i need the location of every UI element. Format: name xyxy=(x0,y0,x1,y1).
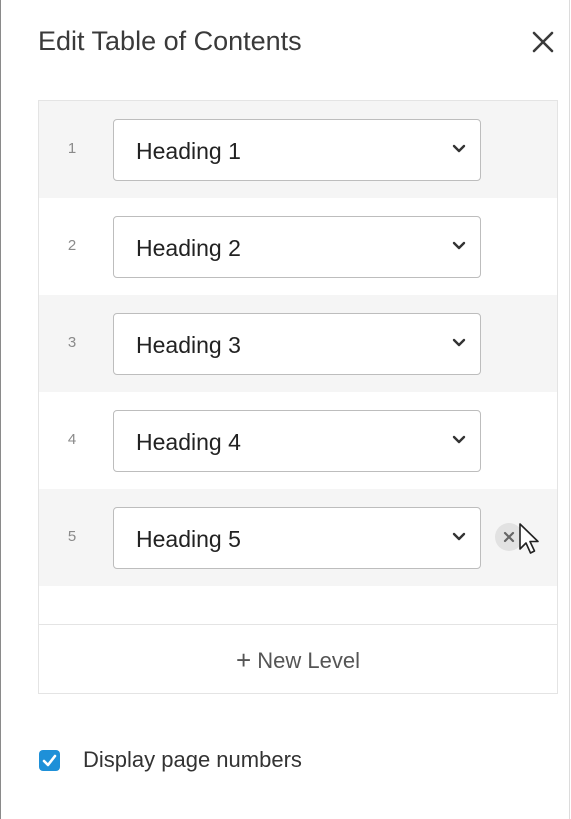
mouse-pointer-icon xyxy=(519,523,539,554)
level-row-3: 3 Heading 3 xyxy=(39,295,557,392)
level-row-2: 2 Heading 2 xyxy=(39,198,557,295)
level-number: 4 xyxy=(67,431,77,448)
close-icon xyxy=(532,31,554,53)
chevron-down-icon xyxy=(452,338,466,347)
chevron-down-icon xyxy=(452,144,466,153)
select-value: Heading 3 xyxy=(136,332,241,358)
level-row-1: 1 Heading 1 xyxy=(39,101,557,198)
dialog-title: Edit Table of Contents xyxy=(38,26,302,56)
select-value: Heading 5 xyxy=(136,526,241,552)
toc-edit-panel: Edit Table of Contents 1 Heading 1 2 Hea… xyxy=(0,0,570,819)
level-number: 3 xyxy=(67,334,77,351)
select-value: Heading 2 xyxy=(136,235,241,261)
level-number: 5 xyxy=(67,528,77,545)
level-row-5: 5 Heading 5 xyxy=(39,489,557,586)
levels-list: 1 Heading 1 2 Heading 2 3 Heading 3 4 He… xyxy=(38,100,558,694)
select-value: Heading 1 xyxy=(136,138,241,164)
display-page-numbers-label: Display page numbers xyxy=(83,747,302,772)
plus-icon: + xyxy=(236,645,252,675)
level-2-heading-select[interactable]: Heading 2 xyxy=(113,216,481,278)
new-level-label: New Level xyxy=(257,648,360,673)
chevron-down-icon xyxy=(452,435,466,444)
select-value: Heading 4 xyxy=(136,429,241,455)
level-number: 2 xyxy=(67,237,77,254)
new-level-button[interactable]: + New Level xyxy=(39,624,557,693)
level-number: 1 xyxy=(67,140,77,157)
display-page-numbers-checkbox[interactable] xyxy=(39,750,60,771)
remove-icon xyxy=(503,531,515,543)
level-3-heading-select[interactable]: Heading 3 xyxy=(113,313,481,375)
close-button[interactable] xyxy=(526,25,560,59)
level-row-4: 4 Heading 4 xyxy=(39,392,557,489)
checkmark-icon xyxy=(42,754,57,767)
chevron-down-icon xyxy=(452,532,466,541)
level-4-heading-select[interactable]: Heading 4 xyxy=(113,410,481,472)
level-1-heading-select[interactable]: Heading 1 xyxy=(113,119,481,181)
chevron-down-icon xyxy=(452,241,466,250)
level-5-heading-select[interactable]: Heading 5 xyxy=(113,507,481,569)
